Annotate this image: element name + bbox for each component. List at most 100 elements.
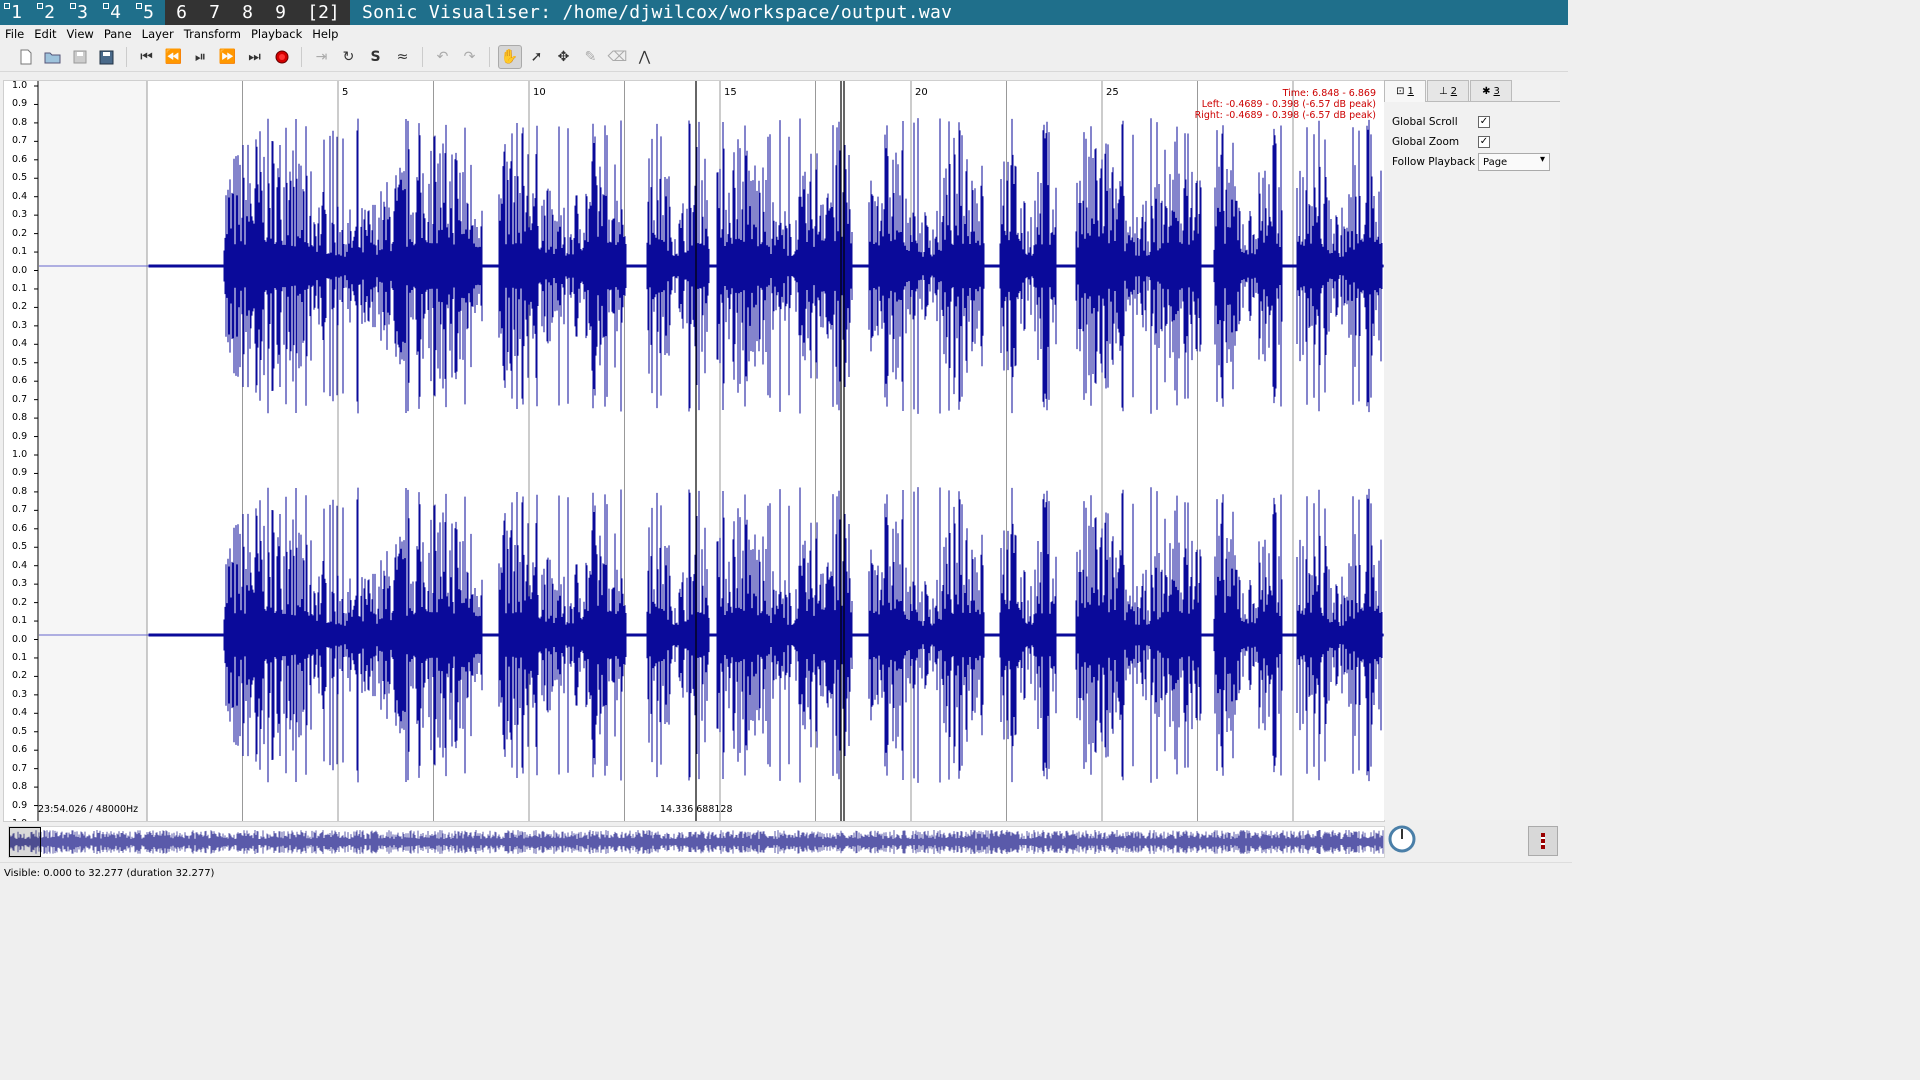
toolbar-separator [126,47,127,67]
global-zoom-checkbox[interactable]: ✓ [1478,136,1490,148]
y-axis-label: 0.0 [12,633,28,645]
time-tick-label: 25 [1106,87,1119,98]
y-axis-label: 0.2 [12,227,28,239]
global-zoom-label: Global Zoom [1392,136,1460,148]
y-axis-label: 0.6 [12,153,28,165]
follow-playback-select[interactable]: Page [1478,153,1550,171]
erase-icon[interactable]: ⌫ [606,45,630,69]
y-axis-label: 0.9 [12,98,28,110]
workspace-6[interactable]: 6 [165,0,198,25]
rewind-icon[interactable]: ⏪ [162,45,186,69]
open-icon[interactable] [41,45,65,69]
tab-label: 3 [1493,85,1500,97]
tab-pane[interactable]: ⊡ 1 [1384,80,1426,102]
visible-range-status: Visible: 0.000 to 32.277 (duration 32.27… [4,867,215,879]
workspace-1[interactable]: 1 [0,0,33,25]
pre-start-region [39,81,147,821]
menu-playback[interactable]: Playback [246,27,307,41]
readout-time: Time: 6.848 - 6.869 [1282,88,1376,99]
tab-label: 1 [1407,86,1414,97]
global-scroll-row: Global Scroll ✓ [1392,112,1554,132]
tab-ruler[interactable]: ⊥ 2 [1427,80,1469,101]
workspace-2[interactable]: 2 [33,0,66,25]
menu-help[interactable]: Help [307,27,343,41]
y-axis-label: 0.5 [12,356,28,368]
menu-pane[interactable]: Pane [99,27,137,41]
y-axis-label: 0.8 [12,116,28,128]
overview-waveform [9,830,1384,854]
time-tick-label: 20 [915,87,928,98]
overview-strip[interactable] [8,826,1385,858]
pane-sample-rate: 23:54.026 / 48000Hz [38,804,139,815]
tab-waveform[interactable]: ✱ 3 [1470,80,1512,101]
overview-view-region[interactable] [9,827,41,857]
tab-label: 2 [1450,85,1458,97]
y-axis-label: 0.0 [12,264,28,276]
y-axis-label: 0.6 [12,375,28,387]
ruler-icon: ⊥ [1438,85,1448,97]
y-axis-label: 0.1 [12,246,28,258]
window-title: Sonic Visualiser: /home/djwilcox/workspa… [362,2,953,23]
new-icon[interactable] [14,45,38,69]
waveform-pane[interactable]: 5 10 15 20 25 1.0 0.9 0.8 0.7 0.6 0.5 0.4 0.3 0.2 0.1… [3,80,1385,822]
menu-view[interactable]: View [62,27,99,41]
draw-icon[interactable]: ✎ [579,45,603,69]
playback-speed-dial[interactable] [1387,824,1417,854]
forward-end-icon[interactable]: ⏭ [243,45,267,69]
solo-icon[interactable]: S [364,45,388,69]
time-tick-label: 5 [342,87,348,98]
y-axis-label: 0.4 [12,707,28,719]
follow-playback-label: Follow Playback [1392,156,1476,168]
workspace-8[interactable]: 8 [231,0,264,25]
menu-edit[interactable]: Edit [29,27,61,41]
menu-transform[interactable]: Transform [179,27,246,41]
y-axis-label: 0.6 [12,522,28,534]
y-axis-label: 0.1 [12,282,28,294]
play-selection-icon[interactable]: ⇥ [310,45,334,69]
move-icon[interactable]: ✥ [552,45,576,69]
save-icon[interactable] [68,45,92,69]
property-panel: ⊡ 1 ⊥ 2 ✱ 3 Global Scroll ✓ Global Zoom ✓ F… [1384,80,1560,820]
rewind-start-icon[interactable]: ⏮ [135,45,159,69]
workspace-9[interactable]: 9 [264,0,297,25]
record-icon[interactable] [270,45,294,69]
y-axis-label: 0.9 [12,430,28,442]
loop-icon[interactable]: ↻ [337,45,361,69]
output-level-meter[interactable] [1528,826,1558,856]
navigate-icon[interactable]: ✋ [497,45,522,69]
undo-icon[interactable]: ↶ [431,45,455,69]
redo-icon[interactable]: ↷ [458,45,482,69]
save-session-icon[interactable] [95,45,119,69]
global-scroll-checkbox[interactable]: ✓ [1478,116,1490,128]
toolbar: ⏮ ⏪ ⏯ ⏩ ⏭ ⇥ ↻ S ≈ ↶ ↷ ✋ ➚ ✥ ✎ ⌫ ⋀ [0,43,1568,72]
follow-playback-row: Follow Playback Page [1392,152,1554,172]
toolbar-separator [489,47,490,67]
menu-file[interactable]: File [0,27,29,41]
y-axis-label: 0.1 [12,615,28,627]
select-icon[interactable]: ➚ [525,45,549,69]
align-icon[interactable]: ≈ [391,45,415,69]
waveform-icon: ✱ [1482,85,1491,97]
pane-cursor-position: 14.336 688128 [660,804,733,815]
y-axis-label: 0.8 [12,485,28,497]
y-axis-label: 0.4 [12,190,28,202]
y-axis-label: 0.5 [12,541,28,553]
measurement-readout: Time: 6.848 - 6.869 Left: -0.4689 - 0.39… [1195,88,1376,121]
y-axis-label: 0.3 [12,578,28,590]
workspace-5[interactable]: 5 [132,0,165,25]
y-axis-label: 0.8 [12,412,28,424]
time-tick-label: 10 [533,87,546,98]
waveform-canvas[interactable]: 5 10 15 20 25 [4,81,1384,821]
menu-layer[interactable]: Layer [137,27,179,41]
measure-icon[interactable]: ⋀ [633,45,657,69]
time-tick-label: 15 [724,87,737,98]
play-pause-icon[interactable]: ⏯ [189,45,213,69]
workspace-group: 6 7 8 9 [2] [165,0,350,25]
y-axis-label: 0.9 [12,799,28,811]
workspace-7[interactable]: 7 [198,0,231,25]
workspace-3[interactable]: 3 [66,0,99,25]
workspace-4[interactable]: 4 [99,0,132,25]
fast-forward-icon[interactable]: ⏩ [216,45,240,69]
global-zoom-row: Global Zoom ✓ [1392,132,1554,152]
toolbar-separator [301,47,302,67]
